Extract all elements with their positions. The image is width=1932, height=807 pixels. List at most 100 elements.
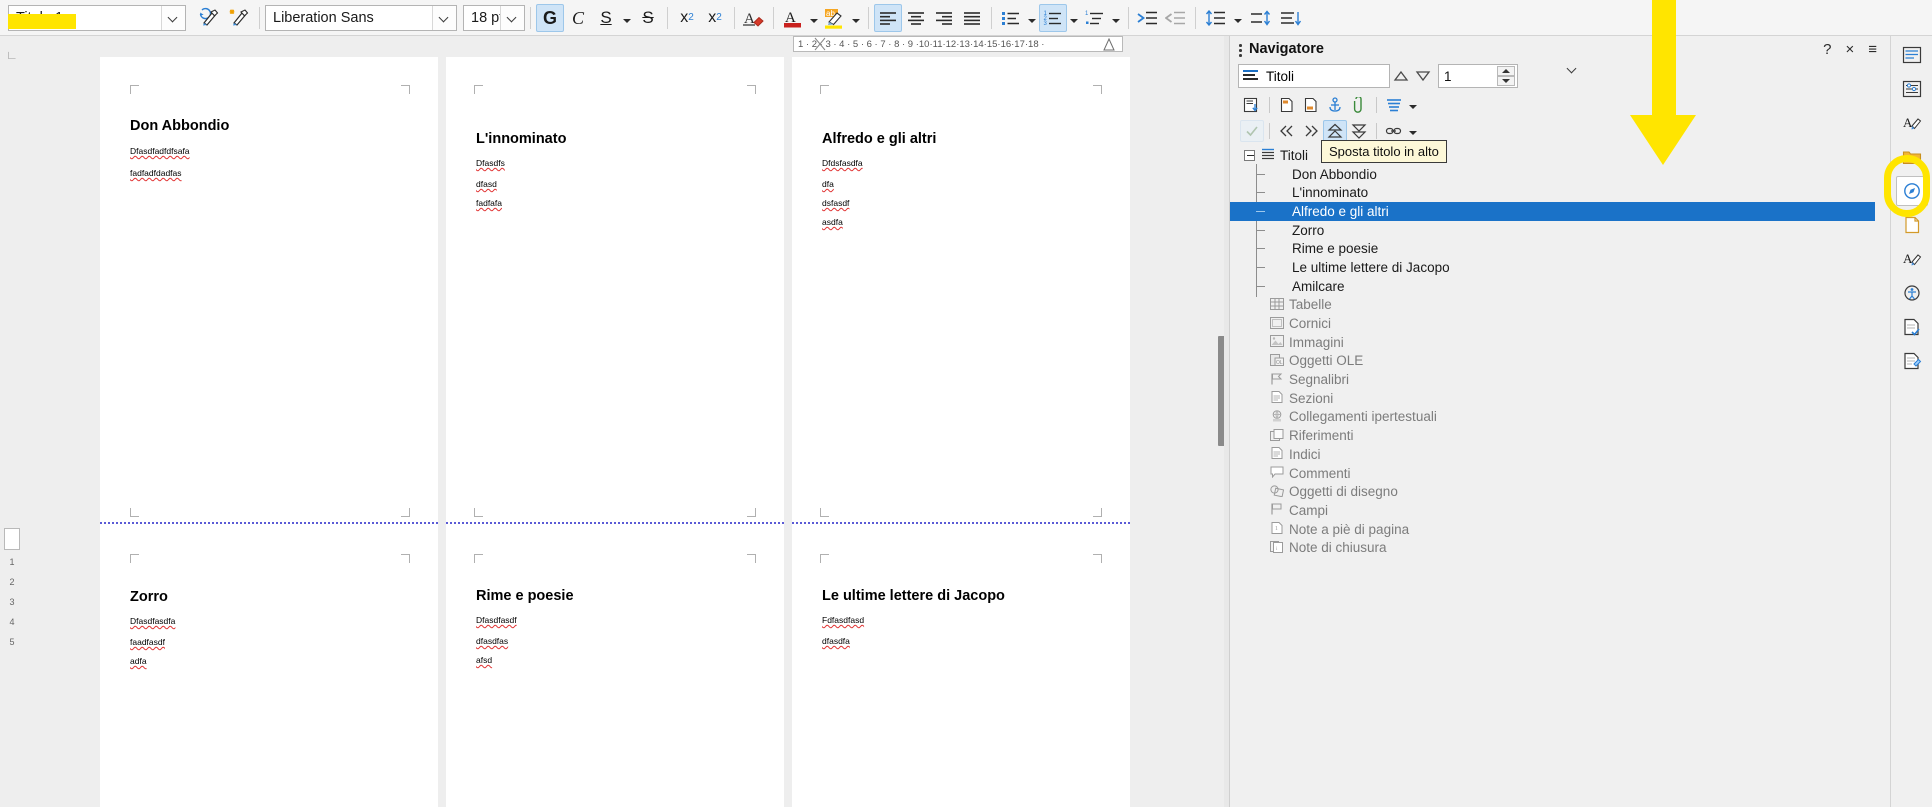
font-name-combobox[interactable]: Liberation Sans (265, 4, 457, 31)
close-icon[interactable]: × (1845, 42, 1854, 57)
superscript-button[interactable]: x2 (673, 4, 701, 32)
new-style-from-selection-button[interactable] (224, 4, 254, 32)
tree-heading-item[interactable]: Don Abbondio (1238, 165, 1883, 184)
tree-category-immagini[interactable]: Immagini (1238, 333, 1883, 352)
collapse-expander-icon[interactable] (1244, 149, 1255, 161)
navigator-content-type-combobox[interactable]: Titoli (1238, 64, 1390, 88)
align-right-button[interactable] (930, 4, 958, 32)
move-heading-up-icon[interactable] (1323, 120, 1347, 142)
underline-dropdown-caret[interactable] (620, 4, 634, 32)
tree-category-campi[interactable]: Campi (1238, 501, 1883, 520)
tree-heading-item[interactable]: Rime e poesie (1238, 239, 1883, 258)
unordered-list-dropdown-caret[interactable] (1025, 4, 1039, 32)
align-justified-button[interactable] (958, 4, 986, 32)
tree-category-collegamenti-ipertestuali[interactable]: Collegamenti ipertestuali (1238, 408, 1883, 427)
demote-level-icon[interactable] (1299, 120, 1323, 142)
line-spacing-button[interactable] (1201, 4, 1231, 32)
decrease-indent-button[interactable] (1162, 4, 1190, 32)
decrease-paragraph-spacing-button[interactable] (1275, 4, 1305, 32)
underline-button[interactable]: S (592, 4, 620, 32)
sidebar-item-style-inspector[interactable]: A (1896, 244, 1928, 274)
page-5[interactable]: Rime e poesie Dfasdfasdf dfasdfas afsd (446, 526, 784, 807)
tree-category-note-di-chiusura[interactable]: i Note di chiusura (1238, 538, 1883, 557)
attachment-icon[interactable] (1347, 94, 1371, 116)
sidebar-item-navigator[interactable] (1895, 176, 1928, 206)
increase-indent-button[interactable] (1134, 4, 1162, 32)
line-spacing-dropdown-caret[interactable] (1231, 4, 1245, 32)
tree-category-oggetti-ole[interactable]: OL Oggetti OLE (1238, 352, 1883, 371)
vertical-ruler[interactable]: 1 2 3 4 5 (4, 528, 20, 698)
page-1[interactable]: Don Abbondio Dfasdfadfdfsafa fadfadfdadf… (100, 57, 438, 541)
bold-button[interactable]: G (536, 3, 564, 32)
tree-category-oggetti-di-disegno[interactable]: Oggetti di disegno (1238, 482, 1883, 501)
tree-category-riferimenti[interactable]: Riferimenti (1238, 426, 1883, 445)
panel-menu-icon[interactable]: ≡ (1868, 42, 1877, 57)
highlighting-color-dropdown-caret[interactable] (849, 4, 863, 32)
tree-heading-item-selected[interactable]: Alfredo e gli altri (1230, 202, 1875, 221)
page-6[interactable]: Le ultime lettere di Jacopo Fdfasdfasd d… (792, 526, 1130, 807)
sidebar-item-styles[interactable]: A (1896, 108, 1928, 138)
sidebar-item-manage-changes[interactable] (1896, 312, 1928, 342)
footer-icon[interactable] (1299, 94, 1323, 116)
ordered-list-button[interactable]: 123 (1039, 3, 1067, 32)
tree-category-cornici[interactable]: Cornici (1238, 314, 1883, 333)
previous-icon[interactable] (1390, 65, 1412, 87)
promote-level-icon[interactable] (1275, 120, 1299, 142)
spin-up-button[interactable] (1497, 66, 1515, 76)
tree-heading-item[interactable]: L'innominato (1238, 183, 1883, 202)
tree-category-sezioni[interactable]: Sezioni (1238, 389, 1883, 408)
sidebar-item-properties[interactable] (1896, 74, 1928, 104)
anchor-icon[interactable] (1323, 94, 1347, 116)
content-navigation-view-icon[interactable] (1240, 120, 1264, 142)
horizontal-ruler[interactable]: 1 · 2 · 3 · 4 · 5 · 6 · 7 · 8 · 9 ·10·11… (793, 36, 1123, 52)
tree-heading-item[interactable]: Zorro (1238, 221, 1883, 240)
unordered-list-button[interactable] (997, 4, 1025, 32)
sidebar-item-sidebar-settings[interactable] (1896, 40, 1928, 70)
clear-formatting-button[interactable]: A (740, 4, 768, 32)
page-2[interactable]: L'innominato Dfasdfs dfasd fadfafa (446, 57, 784, 541)
sidebar-item-design[interactable] (1896, 346, 1928, 376)
tree-heading-item[interactable]: Amilcare (1238, 277, 1883, 296)
tree-category-commenti[interactable]: Commenti (1238, 464, 1883, 483)
font-size-combobox[interactable]: 18 pt (463, 4, 525, 31)
subscript-button[interactable]: x2 (701, 4, 729, 32)
ruler-indent-marker[interactable] (812, 36, 828, 52)
strikethrough-button[interactable]: S (634, 4, 662, 32)
italic-button[interactable]: C (564, 4, 592, 32)
chevron-down-icon[interactable] (432, 5, 456, 30)
sidebar-item-gallery[interactable] (1896, 142, 1928, 172)
panel-grip-icon[interactable] (1236, 41, 1246, 57)
outline-list-button[interactable]: 1 (1081, 4, 1109, 32)
chevron-down-icon[interactable] (500, 5, 524, 30)
toggle-master-view-icon[interactable] (1240, 94, 1264, 116)
tree-category-segnalibri[interactable]: Segnalibri (1238, 370, 1883, 389)
tree-category-indici[interactable]: Indici (1238, 445, 1883, 464)
next-icon[interactable] (1412, 65, 1434, 87)
header-icon[interactable] (1275, 94, 1299, 116)
update-selected-style-button[interactable] (194, 4, 224, 32)
font-color-dropdown-caret[interactable] (807, 4, 821, 32)
tree-heading-item[interactable]: Le ultime lettere di Jacopo (1238, 258, 1883, 277)
navigator-content-tree[interactable]: Titoli Don Abbondio L'innominato Alfredo… (1230, 146, 1883, 706)
increase-paragraph-spacing-button[interactable] (1245, 4, 1275, 32)
page-3[interactable]: Alfredo e gli altri Dfdsfasdfa dfa dsfas… (792, 57, 1130, 541)
spin-down-button[interactable] (1497, 76, 1515, 86)
chevron-down-icon[interactable] (161, 5, 185, 30)
tree-category-tabelle[interactable]: Tabelle (1238, 296, 1883, 315)
font-color-button[interactable]: A (779, 4, 807, 32)
outline-list-dropdown-caret[interactable] (1109, 4, 1123, 32)
help-icon[interactable]: ? (1823, 42, 1831, 57)
align-left-button[interactable] (874, 3, 902, 32)
drag-mode-link-icon[interactable] (1382, 120, 1406, 142)
heading-levels-dropdown-caret[interactable] (1406, 94, 1420, 116)
page-number-spinbox[interactable]: 1 (1438, 64, 1518, 88)
sidebar-item-accessibility-check[interactable] (1896, 278, 1928, 308)
move-heading-down-icon[interactable] (1347, 120, 1371, 142)
drag-mode-dropdown-caret[interactable] (1406, 120, 1420, 142)
highlighting-color-button[interactable]: ab (821, 4, 849, 32)
heading-levels-shown-icon[interactable] (1382, 94, 1406, 116)
align-center-button[interactable] (902, 4, 930, 32)
page-4[interactable]: Zorro Dfasdfasdfa faadfasdf adfa (100, 526, 438, 807)
sidebar-item-page[interactable] (1896, 210, 1928, 240)
tree-category-note-a-pie-di-pagina[interactable]: 1 Note a piè di pagina (1238, 520, 1883, 539)
